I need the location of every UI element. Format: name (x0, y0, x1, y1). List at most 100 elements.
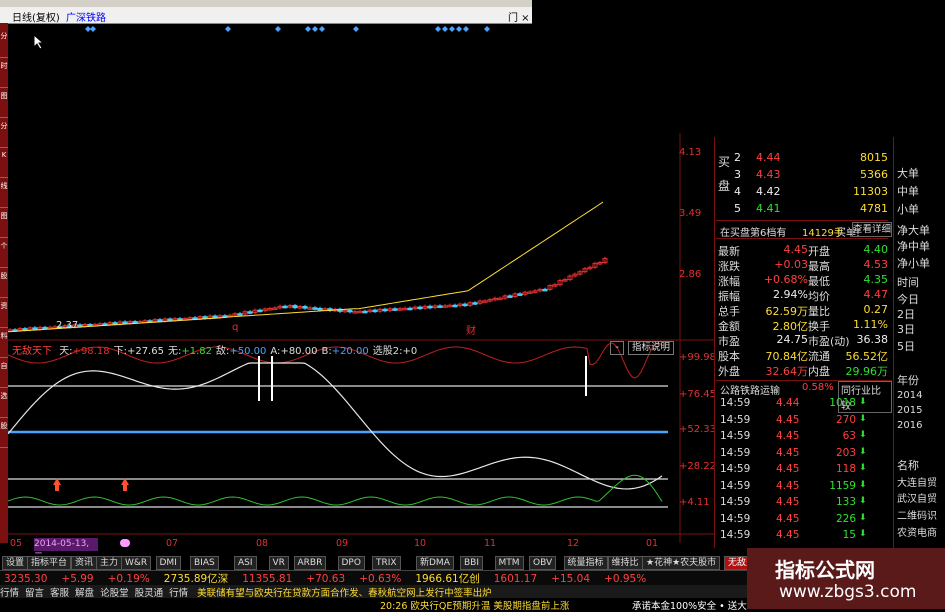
date-axis-label: 11 (484, 538, 497, 549)
indicator-tab[interactable]: W&R (121, 556, 152, 570)
left-strip-item[interactable]: 个 (0, 241, 8, 268)
sector-name[interactable]: 公路铁路运输 (720, 382, 780, 397)
indicator-help-button[interactable]: 指标说明 (628, 341, 674, 355)
indicator-tab[interactable]: 新DMA (416, 556, 454, 570)
left-strip-item[interactable]: 分 (0, 31, 8, 58)
left-strip-item[interactable]: 资 (0, 301, 8, 328)
finance-marker[interactable]: 财 (466, 322, 476, 337)
event-marker-icon[interactable] (90, 26, 96, 32)
event-marker-icon[interactable] (319, 26, 325, 32)
indicator-tab[interactable]: 资讯 (71, 556, 98, 570)
indicator-tab[interactable]: ★花神★农夫股市 (642, 556, 721, 570)
left-strip-item[interactable]: 图 (0, 91, 8, 118)
q-marker[interactable]: q (232, 322, 238, 333)
menu-bar[interactable] (0, 0, 532, 7)
event-marker-icon[interactable] (463, 26, 469, 32)
left-strip-item[interactable]: 股 (0, 421, 8, 448)
event-markers[interactable] (85, 26, 490, 32)
side-list-item[interactable]: 武汉自贸 (897, 490, 937, 505)
side-list-item[interactable]: 5日 (897, 338, 915, 354)
left-strip-item[interactable]: 分 (0, 121, 8, 148)
status-item[interactable]: 行情 (169, 588, 188, 598)
status-item[interactable]: 论股堂 (100, 588, 129, 598)
left-strip-item[interactable]: 自 (0, 361, 8, 388)
event-marker-icon[interactable] (312, 26, 318, 32)
side-list-item[interactable]: 农资电商 (897, 524, 937, 539)
indicator-tab[interactable]: TRIX (372, 556, 401, 570)
side-list-item[interactable]: 净小单 (897, 255, 930, 271)
event-marker-icon[interactable] (353, 26, 359, 32)
side-list-item[interactable]: 二维码识 (897, 507, 937, 522)
indicator-tab[interactable]: 统量指标 (563, 556, 608, 570)
status-item[interactable]: 解盘 (75, 588, 94, 598)
period-label[interactable]: 日线(复权) (12, 9, 60, 24)
ma-line (8, 201, 604, 333)
indicator-tab[interactable]: MTM (494, 556, 524, 570)
indicator-minus-button[interactable]: - (610, 341, 624, 355)
indicator-header: 无敌天下 天:+98.18 下:+27.65 无:+1.82 敌:+50.00 A:+8… (12, 342, 417, 357)
event-marker-icon[interactable] (305, 26, 311, 32)
side-list-item[interactable]: 净中单 (897, 238, 930, 254)
left-strip-item[interactable]: 线 (0, 181, 8, 208)
price-candles (8, 201, 608, 333)
event-marker-icon[interactable] (225, 26, 231, 32)
side-list-item[interactable]: 2015 (897, 405, 922, 416)
indicator-axis-label: +52.33 (679, 424, 717, 435)
side-list-item[interactable]: 大单 (897, 165, 919, 181)
left-strip-item[interactable]: 图 (0, 211, 8, 238)
status-item[interactable]: 留言 (25, 588, 44, 598)
event-marker-icon[interactable] (435, 26, 441, 32)
indicator-tab[interactable]: ASI (234, 556, 257, 570)
left-strip-item[interactable]: 时 (0, 61, 8, 88)
candle-body (32, 327, 38, 330)
kline-chart-area[interactable] (8, 23, 714, 543)
left-strip-item[interactable]: 选 (0, 391, 8, 418)
side-list-item[interactable]: 名称 (897, 457, 919, 473)
side-list-item[interactable]: 2016 (897, 420, 922, 431)
event-marker-icon[interactable] (484, 26, 490, 32)
indicator-tab[interactable]: VR (268, 556, 289, 570)
side-list-item[interactable]: 年份 (897, 372, 919, 388)
news-ticker[interactable]: 美联储有望与欧央行在贷款方面合作发、春秋航空网上发行中签率出炉 (197, 588, 492, 598)
event-marker-icon[interactable] (449, 26, 455, 32)
indicator-tab[interactable]: 主力 (96, 556, 123, 570)
indicator-tab[interactable]: OBV (529, 556, 557, 570)
side-list-item[interactable]: 2014 (897, 390, 922, 401)
indicator-tab[interactable]: 指标平台 (27, 556, 72, 570)
event-marker-icon[interactable] (275, 26, 281, 32)
candle-body (302, 306, 308, 309)
event-marker-icon[interactable] (442, 26, 448, 32)
side-list-item[interactable]: 净大单 (897, 222, 930, 238)
candle-body (507, 295, 513, 298)
indicator-tab[interactable]: ARBR (293, 556, 327, 570)
left-strip-item[interactable]: K (0, 151, 8, 178)
news-ticker-2[interactable]: 20:26 欧央行QE预期升温 美股期指盘前上涨 (380, 598, 569, 612)
indicator-tab[interactable]: DPO (337, 556, 365, 570)
candle-body (112, 322, 118, 325)
candle-body (452, 304, 458, 308)
view-detail-button[interactable]: 查看详细 (852, 222, 892, 237)
left-strip-item[interactable]: 股 (0, 271, 8, 298)
status-item[interactable]: 客服 (50, 588, 69, 598)
close-icon[interactable]: 门 × (508, 9, 530, 24)
promo-text[interactable]: 承诺本金100%安全 • 送大 (632, 598, 747, 612)
status-item[interactable]: 行情 (0, 588, 19, 598)
indicator-tab[interactable]: DMI (155, 556, 181, 570)
side-list-item[interactable]: 2日 (897, 306, 915, 322)
event-marker-icon[interactable] (456, 26, 462, 32)
index-ticker-bar: 3235.30 +5.99 +0.19% 2735.89亿深 11355.81 +70.6… (0, 570, 747, 585)
indicator-tab[interactable]: 维持比 (607, 556, 643, 570)
side-list-item[interactable]: 中单 (897, 183, 919, 199)
left-nav-strip[interactable]: 分时图分K线图个股资料自选股 (0, 23, 8, 543)
side-list-item[interactable]: 大连自贸 (897, 474, 937, 489)
side-list-item[interactable]: 3日 (897, 321, 915, 337)
indicator-tab[interactable]: BIAS (190, 556, 219, 570)
indicator-tab[interactable]: BBI (460, 556, 484, 570)
indicator-tab[interactable]: 设置 (2, 556, 29, 570)
left-strip-item[interactable]: 料 (0, 331, 8, 358)
status-item[interactable]: 股灵通 (135, 588, 164, 598)
side-list-item[interactable]: 今日 (897, 291, 919, 307)
side-list-item[interactable]: 时间 (897, 274, 919, 290)
side-list-item[interactable]: 小单 (897, 201, 919, 217)
indicator-name[interactable]: 无敌天下 (12, 346, 52, 357)
